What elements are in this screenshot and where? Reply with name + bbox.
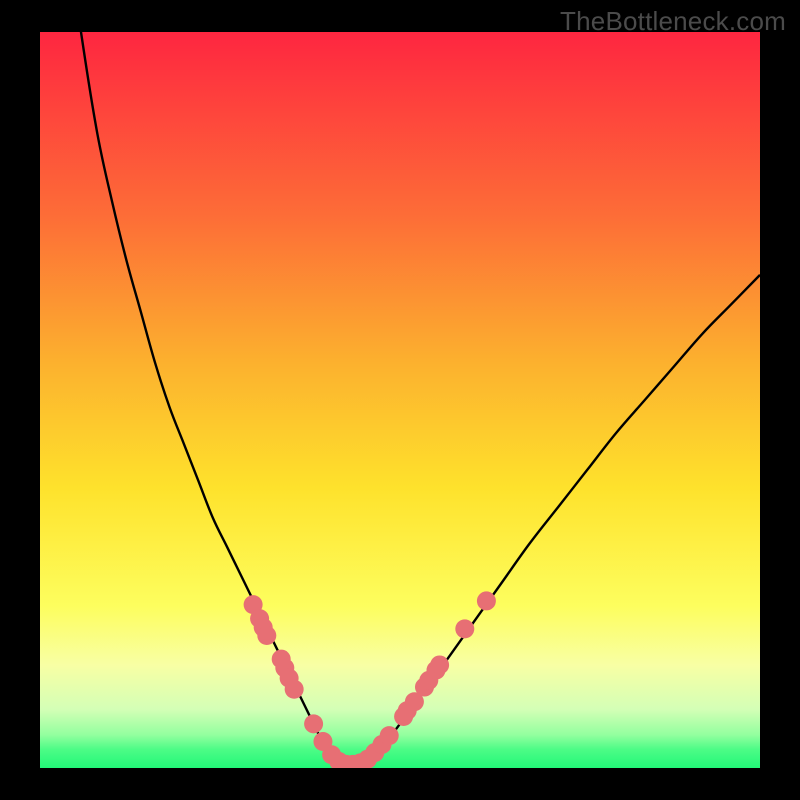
chart-frame: TheBottleneck.com: [0, 0, 800, 800]
curve-marker: [304, 714, 323, 733]
curve-marker: [257, 626, 276, 645]
bottleneck-chart: [40, 32, 760, 768]
curve-marker: [455, 619, 474, 638]
curve-marker: [430, 655, 449, 674]
gradient-background: [40, 32, 760, 768]
curve-marker: [380, 726, 399, 745]
curve-marker: [477, 591, 496, 610]
curve-marker: [285, 680, 304, 699]
